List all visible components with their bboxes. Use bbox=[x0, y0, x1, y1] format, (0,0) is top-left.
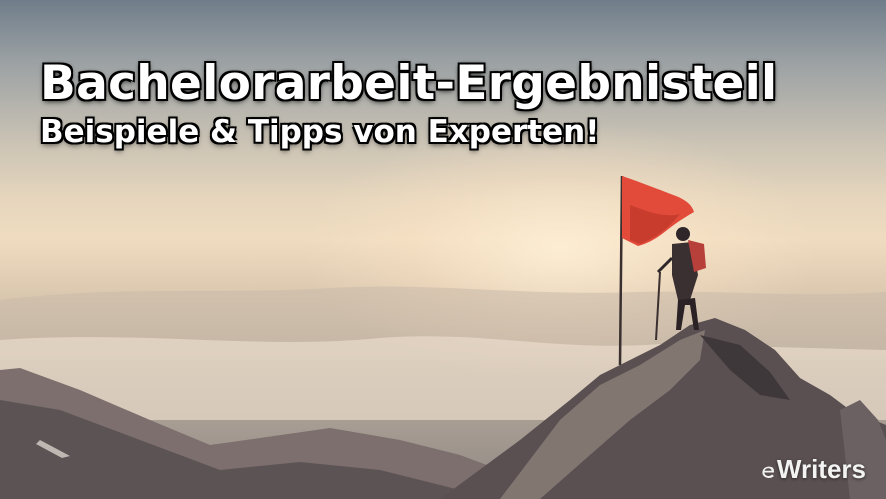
page-subtitle: Beispiele & Tipps von Experten! bbox=[40, 113, 600, 150]
hero-banner: Bachelorarbeit-Ergebnisteil Beispiele & … bbox=[0, 0, 886, 499]
page-title: Bachelorarbeit-Ergebnisteil bbox=[40, 56, 778, 111]
e-letter-logo-icon bbox=[762, 466, 774, 478]
title-block: Bachelorarbeit-Ergebnisteil Beispiele & … bbox=[40, 58, 870, 151]
logo-text: Writers bbox=[776, 454, 866, 484]
ewriters-logo[interactable]: Writers bbox=[761, 454, 866, 485]
